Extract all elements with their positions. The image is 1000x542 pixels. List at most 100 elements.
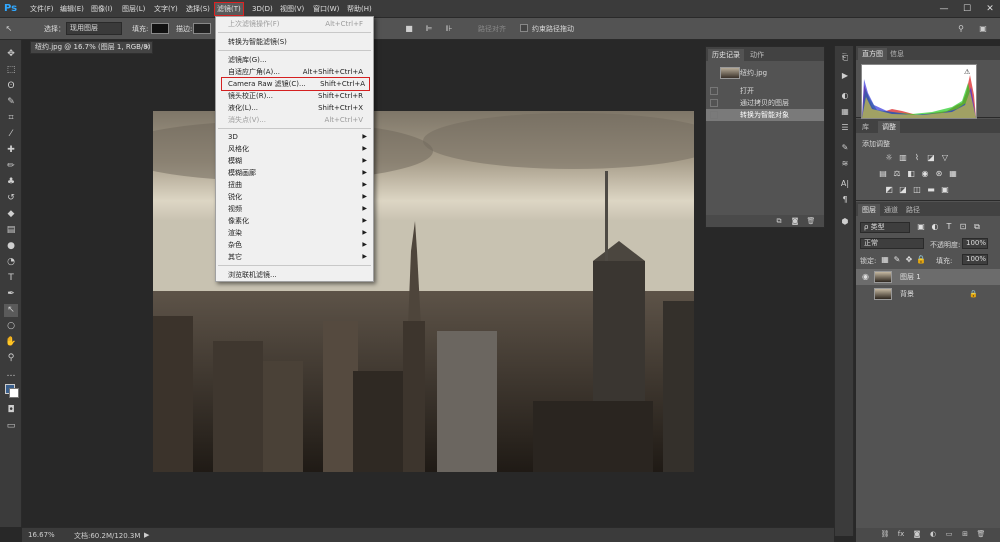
layer-row-layer-1[interactable]: ◉ 图层 1 [856,269,1000,285]
brush-presets-icon[interactable]: ≋ [839,158,851,170]
menu-filter[interactable]: 滤镜(T) [214,2,244,16]
hand-tool-icon[interactable]: ✋ [4,336,18,349]
fill-field[interactable]: 100% [962,254,988,265]
3d-panel-icon[interactable]: ⬢ [839,216,851,228]
move-tool-icon[interactable]: ✥ [4,48,18,61]
healing-brush-tool-icon[interactable]: ✚ [4,144,18,157]
color-lookup-icon[interactable]: ▦ [948,169,958,179]
layer-row-background[interactable]: 背景 🔒 [856,286,1000,302]
levels-icon[interactable]: ▥ [898,153,908,163]
tab-adjustments[interactable]: 调整 [878,121,900,133]
filter-type-icon[interactable]: T [944,222,954,232]
menu-layer[interactable]: 图层(L) [120,3,147,15]
pen-tool-icon[interactable]: ✒ [4,288,18,301]
new-document-from-state-icon[interactable]: ⧉ [774,216,784,226]
menu-3d[interactable]: 3D(D) [250,3,275,15]
layer-style-icon[interactable]: fx [896,529,906,539]
hue-saturation-icon[interactable]: ▤ [878,169,888,179]
menu-stylize-submenu[interactable]: 风格化 ▶ [216,143,373,155]
dodge-tool-icon[interactable]: ◔ [4,256,18,269]
document-tab[interactable]: 纽约.jpg @ 16.7% (图层 1, RGB/8) * × [30,41,153,62]
menu-convert-smart-filters[interactable]: 转换为智能滤镜(S) [216,36,373,48]
menu-type[interactable]: 文字(Y) [152,3,180,15]
constrain-path-checkbox[interactable] [520,24,528,32]
filter-pixel-icon[interactable]: ▣ [916,222,926,232]
minimize-button[interactable]: — [937,2,951,16]
tab-history[interactable]: 历史记录 [708,49,744,61]
menu-pixelate-submenu[interactable]: 像素化 ▶ [216,215,373,227]
clone-stamp-tool-icon[interactable]: ♣ [4,176,18,189]
close-tab-icon[interactable]: × [144,42,150,53]
photo-filter-icon[interactable]: ◉ [920,169,930,179]
search-icon[interactable]: ⚲ [956,23,966,34]
filter-smart-object-icon[interactable]: ⧉ [972,222,982,232]
fill-swatch[interactable] [151,23,169,34]
menu-filter-gallery[interactable]: 滤镜库(G)... [216,54,373,66]
color-panel-icon[interactable]: ◐ [839,90,851,102]
character-panel-icon[interactable]: A| [839,178,851,190]
menu-adaptive-wide-angle[interactable]: 自适应广角(A)... Alt+Shift+Ctrl+A [216,66,373,78]
quick-mask-icon[interactable]: ◘ [4,404,18,417]
gradient-map-icon[interactable]: ▬ [926,185,936,195]
path-operations-icon[interactable]: ■ [404,23,414,34]
tab-channels[interactable]: 通道 [880,204,902,216]
link-layers-icon[interactable]: ⛓ [880,529,890,539]
history-snapshot[interactable]: 纽约.jpg [706,67,824,79]
add-mask-icon[interactable]: ◙ [912,529,922,539]
lock-all-icon[interactable]: 🔒 [916,255,926,265]
menu-other-submenu[interactable]: 其它 ▶ [216,251,373,263]
status-arrow-icon[interactable]: ▶ [144,531,149,539]
tab-actions[interactable]: 动作 [746,49,768,61]
selective-color-icon[interactable]: ▣ [940,185,950,195]
menu-window[interactable]: 窗口(W) [311,3,341,15]
path-select-tool-icon[interactable]: ↖ [4,23,14,34]
menu-3d-submenu[interactable]: 3D ▶ [216,131,373,143]
brightness-contrast-icon[interactable]: ☼ [884,153,894,163]
quick-select-tool-icon[interactable]: ✎ [4,96,18,109]
menu-help[interactable]: 帮助(H) [345,3,374,15]
menu-lens-correction[interactable]: 镜头校正(R)... Shift+Ctrl+R [216,90,373,102]
histogram-warning-icon[interactable]: ⚠ [964,68,970,76]
brush-tool-icon[interactable]: ✏ [4,160,18,173]
properties-panel-icon[interactable]: ☰ [839,122,851,134]
threshold-icon[interactable]: ◫ [912,185,922,195]
menu-liquify[interactable]: 液化(L)... Shift+Ctrl+X [216,102,373,114]
black-white-icon[interactable]: ◧ [906,169,916,179]
zoom-level[interactable]: 16.67% [28,531,55,539]
trash-icon[interactable]: 🗑 [976,529,986,539]
posterize-icon[interactable]: ◪ [898,185,908,195]
path-alignment-icon[interactable]: ⊫ [424,23,434,34]
gradient-tool-icon[interactable]: ▤ [4,224,18,237]
curves-icon[interactable]: ⌇ [912,153,922,163]
color-balance-icon[interactable]: ⚖ [892,169,902,179]
blur-tool-icon[interactable]: ● [4,240,18,253]
marquee-tool-icon[interactable]: ⬚ [4,64,18,77]
menu-view[interactable]: 视图(V) [278,3,306,15]
type-tool-icon[interactable]: T [4,272,18,285]
maximize-button[interactable]: ☐ [960,2,974,16]
tab-info[interactable]: 信息 [886,48,908,60]
close-window-button[interactable]: ✕ [983,2,997,16]
menu-browse-filters-online[interactable]: 浏览联机滤镜... [216,269,373,281]
menu-noise-submenu[interactable]: 杂色 ▶ [216,239,373,251]
lock-position-icon[interactable]: ✥ [904,255,914,265]
path-selection-tool-icon[interactable]: ↖ [4,304,18,317]
history-state[interactable]: 通过拷贝的图层 [706,97,824,109]
eye-icon[interactable]: ◉ [862,269,869,285]
menu-blur-gallery-submenu[interactable]: 模糊画廊 ▶ [216,167,373,179]
crop-tool-icon[interactable]: ⌗ [4,112,18,125]
exposure-icon[interactable]: ◪ [926,153,936,163]
lock-transparent-icon[interactable]: ▦ [880,255,890,265]
menu-last-filter[interactable]: 上次滤镜操作(F) Alt+Ctrl+F [216,18,373,30]
layer-filter-dropdown[interactable]: ρ 类型 [860,222,910,233]
menu-video-submenu[interactable]: 视频 ▶ [216,203,373,215]
history-panel-icon[interactable]: ⎗ [839,52,851,64]
menu-select[interactable]: 选择(S) [184,3,212,15]
paragraph-panel-icon[interactable]: ¶ [839,194,851,206]
more-tools-icon[interactable]: … [4,368,18,381]
tab-layers[interactable]: 图层 [858,204,880,216]
invert-icon[interactable]: ◩ [884,185,894,195]
trash-icon[interactable]: 🗑 [806,216,816,226]
eyedropper-tool-icon[interactable]: ⁄ [4,128,18,141]
channel-mixer-icon[interactable]: ⊛ [934,169,944,179]
